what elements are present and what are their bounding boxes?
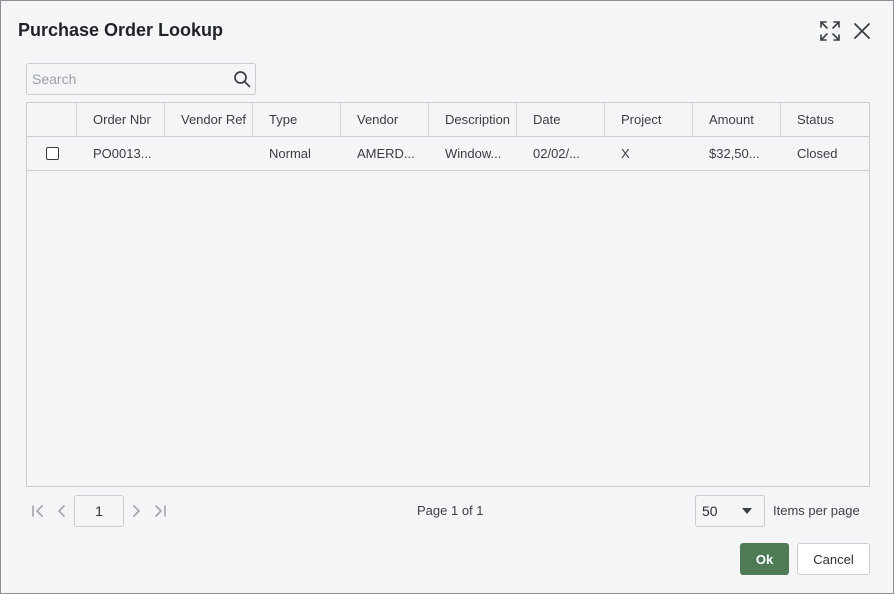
results-grid: Order Nbr Vendor Ref Type Vendor Descrip… [26, 102, 870, 487]
cell-date: 02/02/... [533, 146, 580, 161]
items-per-page-value: 50 [702, 503, 718, 519]
grid-header: Order Nbr Vendor Ref Type Vendor Descrip… [27, 103, 869, 137]
column-header-order-nbr[interactable]: Order Nbr [77, 103, 165, 136]
search-box [26, 63, 256, 95]
page-number-input[interactable]: 1 [74, 495, 124, 527]
table-row[interactable]: PO0013... Normal AMERD... Window... 02/0… [27, 137, 869, 171]
first-page-icon[interactable] [28, 501, 48, 521]
cell-vendor-ref [165, 137, 253, 170]
cell-project: X [621, 146, 630, 161]
cell-type: Normal [269, 146, 311, 161]
close-icon[interactable] [850, 19, 874, 43]
cancel-button[interactable]: Cancel [797, 543, 870, 575]
select-column-header [27, 103, 77, 136]
row-checkbox[interactable] [45, 147, 59, 160]
row-select-cell [27, 137, 77, 170]
cell-vendor: AMERD... [357, 146, 415, 161]
column-header-project[interactable]: Project [605, 103, 693, 136]
items-per-page-label: Items per page [773, 503, 860, 518]
column-header-date[interactable]: Date [517, 103, 605, 136]
ok-button[interactable]: Ok [740, 543, 789, 575]
column-header-type[interactable]: Type [253, 103, 341, 136]
pagination-bar: 1 Page 1 of 1 50 Items per page [26, 495, 870, 527]
column-header-amount[interactable]: Amount [693, 103, 781, 136]
last-page-icon[interactable] [150, 501, 170, 521]
search-icon[interactable] [233, 70, 251, 88]
next-page-icon[interactable] [126, 501, 146, 521]
cell-description: Window... [445, 146, 502, 161]
purchase-order-lookup-dialog: Purchase Order Lookup Order Nbr Vendor R… [0, 0, 894, 594]
column-header-vendor[interactable]: Vendor [341, 103, 429, 136]
dialog-title: Purchase Order Lookup [18, 20, 224, 40]
previous-page-icon[interactable] [52, 501, 72, 521]
cell-amount: $32,50... [709, 146, 760, 161]
page-info: Page 1 of 1 [417, 503, 484, 518]
items-per-page-select[interactable]: 50 [695, 495, 765, 527]
search-input[interactable] [27, 64, 227, 94]
column-header-status[interactable]: Status [781, 103, 869, 136]
expand-icon[interactable] [818, 19, 842, 43]
chevron-down-icon [742, 508, 752, 514]
column-header-vendor-ref[interactable]: Vendor Ref [165, 103, 253, 136]
cell-order-nbr: PO0013... [93, 146, 152, 161]
cell-status: Closed [797, 146, 838, 161]
column-header-description[interactable]: Description [429, 103, 517, 136]
